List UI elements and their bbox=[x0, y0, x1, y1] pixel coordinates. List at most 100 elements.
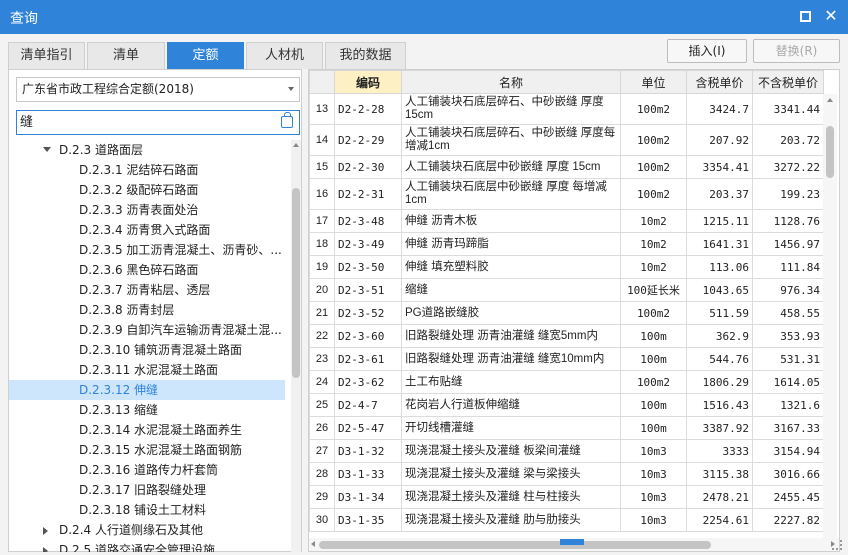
cell-price-tax: 203.37 bbox=[686, 178, 753, 210]
column-header[interactable] bbox=[309, 70, 335, 94]
cell-name: 现浇混凝土接头及灌缝 板梁间灌缝 bbox=[401, 439, 621, 463]
restore-icon[interactable] bbox=[800, 11, 811, 22]
tab-list-guide[interactable]: 清单指引 bbox=[8, 42, 85, 69]
tab-labor-material[interactable]: 人材机 bbox=[246, 42, 323, 69]
column-header[interactable]: 含税单价 bbox=[686, 70, 753, 94]
table-row[interactable]: 27 D3-1-32 现浇混凝土接头及灌缝 板梁间灌缝 10m3 3333 3154.94 bbox=[309, 439, 824, 463]
tree-item[interactable]: D.2.3.17 旧路裂缝处理 bbox=[9, 480, 285, 500]
cell-price-notax: 1456.97 bbox=[752, 232, 824, 256]
tree-item[interactable]: D.2.3.7 沥青粘层、透层 bbox=[9, 280, 285, 300]
cell-idx: 15 bbox=[309, 155, 335, 179]
tree-item-label: D.2.3.10 铺筑沥青混凝土路面 bbox=[79, 343, 243, 357]
tree-item[interactable]: D.2.3.1 泥结碎石路面 bbox=[9, 160, 285, 180]
scroll-left-icon[interactable] bbox=[311, 541, 315, 547]
collapsed-arrow-icon[interactable] bbox=[43, 547, 48, 552]
scroll-up-icon[interactable] bbox=[827, 98, 833, 102]
cell-unit: 10m3 bbox=[620, 439, 687, 463]
table-row[interactable]: 13 D2-2-28 人工铺装块石底层碎石、中砂嵌缝 厚度15cm 100m2 3424… bbox=[309, 93, 824, 125]
tree-item[interactable]: D.2.3.18 铺设土工材料 bbox=[9, 500, 285, 520]
scroll-up-icon[interactable] bbox=[293, 143, 299, 147]
cell-unit: 10m3 bbox=[620, 485, 687, 509]
cell-idx: 16 bbox=[309, 178, 335, 210]
cell-price-tax: 2478.21 bbox=[686, 485, 753, 509]
cell-price-notax: 353.93 bbox=[752, 324, 824, 348]
tree-item-label: D.2.3.4 沥青贯入式路面 bbox=[79, 223, 211, 237]
tree-item[interactable]: D.2.3.5 加工沥青混凝土、沥青砂、... bbox=[9, 240, 285, 260]
tree-item[interactable]: D.2.3.13 缩缝 bbox=[9, 400, 285, 420]
search-input[interactable]: 缝 bbox=[16, 110, 300, 135]
table-row[interactable]: 25 D2-4-7 花岗岩人行道板伸缩缝 100m 1516.43 1321.6 bbox=[309, 393, 824, 417]
cell-unit: 100m bbox=[620, 324, 687, 348]
table-row[interactable]: 16 D2-2-31 人工铺装块石底层中砂嵌缝 厚度 每增减1cm 100m2 203.… bbox=[309, 178, 824, 210]
collapsed-arrow-icon[interactable] bbox=[43, 527, 48, 535]
search-lock-icon[interactable] bbox=[281, 112, 293, 128]
table-row[interactable]: 28 D3-1-33 现浇混凝土接头及灌缝 梁与梁接头 10m3 3115.38 3016… bbox=[309, 462, 824, 486]
cell-price-tax: 544.76 bbox=[686, 347, 753, 371]
column-header[interactable]: 单位 bbox=[620, 70, 687, 94]
table-row[interactable]: 19 D2-3-50 伸缝 填充塑料胶 10m2 113.06 111.84 bbox=[309, 255, 824, 279]
cell-price-tax: 2254.61 bbox=[686, 508, 753, 532]
table-row[interactable]: 14 D2-2-29 人工铺装块石底层碎石、中砂嵌缝 厚度每增减1cm 100m2 20… bbox=[309, 124, 824, 156]
cell-unit: 100延长米 bbox=[620, 278, 687, 302]
grid-vertical-scrollbar[interactable] bbox=[823, 94, 837, 539]
cell-code: D2-3-62 bbox=[334, 370, 402, 394]
tree-item-label: D.2.3.1 泥结碎石路面 bbox=[79, 163, 199, 177]
cell-name: 花岗岩人行道板伸缩缝 bbox=[401, 393, 621, 417]
scroll-thumb[interactable] bbox=[826, 126, 834, 178]
tree-item[interactable]: D.2.4 人行道侧缘石及其他 bbox=[9, 520, 285, 540]
table-row[interactable]: 22 D2-3-60 旧路裂缝处理 沥青油灌缝 缝宽5mm内 100m 362.9 353… bbox=[309, 324, 824, 348]
tab-list[interactable]: 清单 bbox=[87, 42, 165, 69]
cell-code: D2-3-48 bbox=[334, 209, 402, 233]
cell-price-notax: 458.55 bbox=[752, 301, 824, 325]
tree-item[interactable]: D.2.3.10 铺筑沥青混凝土路面 bbox=[9, 340, 285, 360]
tree-item-label: D.2.3.6 黑色碎石路面 bbox=[79, 263, 199, 277]
tree-item-label: D.2.3.3 沥青表面处治 bbox=[79, 203, 199, 217]
column-header[interactable]: 编码 bbox=[334, 70, 402, 94]
table-row[interactable]: 29 D3-1-34 现浇混凝土接头及灌缝 柱与柱接头 10m3 2478.21 2455… bbox=[309, 485, 824, 509]
tree-item[interactable]: D.2.3.11 水泥混凝土路面 bbox=[9, 360, 285, 380]
tree-item[interactable]: D.2.3.2 级配碎石路面 bbox=[9, 180, 285, 200]
table-row[interactable]: 21 D2-3-52 PG道路嵌缝胶 100m2 511.59 458.55 bbox=[309, 301, 824, 325]
scroll-thumb[interactable] bbox=[292, 188, 300, 378]
cell-code: D2-3-50 bbox=[334, 255, 402, 279]
cell-name: 旧路裂缝处理 沥青油灌缝 缝宽10mm内 bbox=[401, 347, 621, 371]
tree-scrollbar[interactable] bbox=[291, 140, 301, 552]
cell-code: D3-1-32 bbox=[334, 439, 402, 463]
table-row[interactable]: 23 D2-3-61 旧路裂缝处理 沥青油灌缝 缝宽10mm内 100m 544.76 5… bbox=[309, 347, 824, 371]
tree-item[interactable]: D.2.3.14 水泥混凝土路面养生 bbox=[9, 420, 285, 440]
cell-unit: 100m2 bbox=[620, 301, 687, 325]
resize-grip-icon[interactable] bbox=[832, 540, 842, 550]
tree-item[interactable]: D.2.3.8 沥青封层 bbox=[9, 300, 285, 320]
cell-code: D2-2-28 bbox=[334, 93, 402, 125]
table-row[interactable]: 17 D2-3-48 伸缝 沥青木板 10m2 1215.11 1128.76 bbox=[309, 209, 824, 233]
tree-item[interactable]: D.2.3.4 沥青贯入式路面 bbox=[9, 220, 285, 240]
table-row[interactable]: 30 D3-1-35 现浇混凝土接头及灌缝 肋与肋接头 10m3 2254.61 2227… bbox=[309, 508, 824, 532]
tree-item[interactable]: D.2.3.16 道路传力杆套筒 bbox=[9, 460, 285, 480]
close-icon[interactable]: ✕ bbox=[822, 5, 840, 27]
tree-item[interactable]: D.2.3.3 沥青表面处治 bbox=[9, 200, 285, 220]
scroll-thumb[interactable] bbox=[319, 541, 711, 549]
insert-button[interactable]: 插入(I) bbox=[667, 39, 747, 63]
tab-my-data[interactable]: 我的数据 bbox=[325, 42, 406, 69]
tree-item-label: D.2.3.11 水泥混凝土路面 bbox=[79, 363, 219, 377]
table-row[interactable]: 18 D2-3-49 伸缝 沥青玛蹄脂 10m2 1641.31 1456.97 bbox=[309, 232, 824, 256]
tree-item-label: D.2.3.13 缩缝 bbox=[79, 403, 159, 417]
column-header[interactable]: 不含税单价 bbox=[752, 70, 824, 94]
tree-item[interactable]: D.2.5 道路交通安全管理设施 bbox=[9, 540, 285, 552]
table-row[interactable]: 26 D2-5-47 开切线槽灌缝 100m 3387.92 3167.33 bbox=[309, 416, 824, 440]
tree-item[interactable]: D.2.3.12 伸缝 bbox=[9, 380, 285, 400]
library-select[interactable]: 广东省市政工程综合定额(2018) bbox=[16, 77, 300, 102]
splitter-handle[interactable] bbox=[560, 539, 584, 545]
table-row[interactable]: 15 D2-2-30 人工铺装块石底层中砂嵌缝 厚度 15cm 100m2 3354.4… bbox=[309, 155, 824, 179]
tab-quota[interactable]: 定额 bbox=[167, 42, 244, 69]
tree-item[interactable]: D.2.3.15 水泥混凝土路面钢筋 bbox=[9, 440, 285, 460]
table-row[interactable]: 20 D2-3-51 缩缝 100延长米 1043.65 976.34 bbox=[309, 278, 824, 302]
cell-name: 现浇混凝土接头及灌缝 柱与柱接头 bbox=[401, 485, 621, 509]
tree-item[interactable]: D.2.3.6 黑色碎石路面 bbox=[9, 260, 285, 280]
tree-item[interactable]: D.2.3.9 自卸汽车运输沥青混凝土混... bbox=[9, 320, 285, 340]
replace-button[interactable]: 替换(R) bbox=[753, 39, 840, 63]
table-row[interactable]: 24 D2-3-62 土工布贴缝 100m2 1806.29 1614.05 bbox=[309, 370, 824, 394]
expanded-arrow-icon[interactable] bbox=[43, 147, 51, 152]
tree-item[interactable]: D.2.3 道路面层 bbox=[9, 140, 285, 160]
column-header[interactable]: 名称 bbox=[401, 70, 621, 94]
